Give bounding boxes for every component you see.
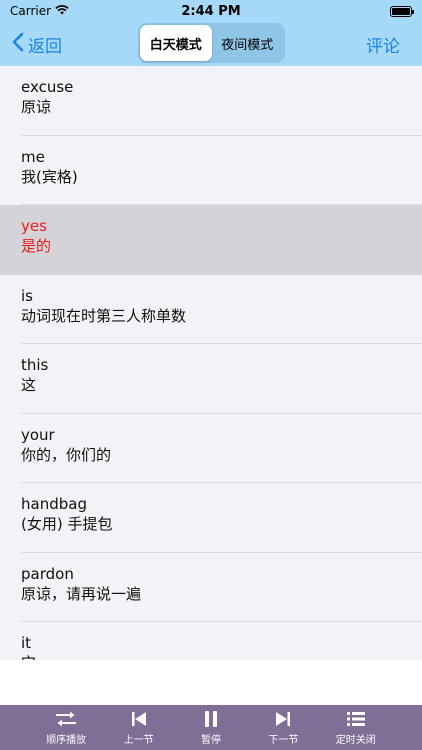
previous-section-button[interactable]: 上一节 <box>109 709 169 746</box>
battery-icon <box>390 5 414 17</box>
word-meaning: 你的，你们的 <box>21 445 112 464</box>
word-list[interactable]: excuse 原谅 me 我(宾格) yes 是的 is 动词现在时第三人称单数… <box>0 66 422 660</box>
sleep-timer-label: 定时关闭 <box>335 735 376 746</box>
word-row[interactable]: it 它 <box>0 622 422 660</box>
next-section-button[interactable]: 下一节 <box>253 709 313 746</box>
day-mode-segment[interactable]: 白天模式 <box>140 25 212 61</box>
word-text: your <box>21 425 55 444</box>
word-row[interactable]: your 你的，你们的 <box>0 414 422 484</box>
word-text: is <box>21 286 33 305</box>
word-row[interactable]: handbag (女用) 手提包 <box>0 483 422 553</box>
word-meaning: 这 <box>21 376 37 394</box>
playback-toolbar: 顺序播放 上一节 暂停 下一节 定时关闭 <box>0 705 422 750</box>
word-text: me <box>21 147 45 166</box>
shuffle-icon <box>55 709 77 729</box>
word-row-selected[interactable]: yes 是的 <box>0 205 422 275</box>
next-icon <box>272 709 294 729</box>
word-text: this <box>21 356 49 374</box>
word-text: pardon <box>21 564 74 583</box>
mode-segmented-control: 白天模式 夜间模式 <box>138 23 285 63</box>
word-meaning: 是的 <box>21 237 52 255</box>
status-left: Carrier <box>10 4 69 18</box>
back-label: 返回 <box>28 36 62 57</box>
word-meaning: 它 <box>21 654 401 660</box>
previous-icon <box>128 709 150 729</box>
night-mode-segment[interactable]: 夜间模式 <box>212 25 284 61</box>
word-row[interactable]: this 这 <box>0 344 422 414</box>
previous-section-label: 上一节 <box>123 735 154 746</box>
word-text: handbag <box>21 495 87 513</box>
word-meaning: 原谅，请再说一遍 <box>21 584 142 603</box>
comment-button[interactable]: 评论 <box>366 32 400 57</box>
pause-icon <box>200 709 222 729</box>
word-meaning: 动词现在时第三人称单数 <box>21 306 187 325</box>
pause-label: 暂停 <box>200 735 221 746</box>
word-row[interactable]: excuse 原谅 <box>0 66 422 136</box>
play-order-label: 顺序播放 <box>46 735 87 746</box>
next-section-label: 下一节 <box>268 735 299 746</box>
word-row[interactable]: pardon 原谅，请再说一遍 <box>0 553 422 623</box>
status-bar: Carrier 2:44 PM <box>0 0 422 22</box>
word-row[interactable]: me 我(宾格) <box>0 136 422 206</box>
chevron-left-icon <box>12 32 24 54</box>
back-button[interactable]: 返回 <box>12 30 62 58</box>
list-icon <box>345 709 367 729</box>
wifi-icon <box>55 4 69 18</box>
navigation-bar: 返回 白天模式 夜间模式 评论 <box>0 22 422 66</box>
word-text: yes <box>21 217 47 235</box>
word-text: excuse <box>21 78 74 96</box>
word-row[interactable]: is 动词现在时第三人称单数 <box>0 275 422 345</box>
play-order-button[interactable]: 顺序播放 <box>36 709 96 746</box>
sleep-timer-button[interactable]: 定时关闭 <box>326 709 386 746</box>
word-meaning: 我(宾格) <box>21 167 78 186</box>
pause-button[interactable]: 暂停 <box>181 709 241 746</box>
word-meaning: 原谅 <box>21 98 52 116</box>
word-meaning: (女用) 手提包 <box>21 515 113 533</box>
carrier-label: Carrier <box>10 4 52 18</box>
word-text: it <box>21 634 32 652</box>
